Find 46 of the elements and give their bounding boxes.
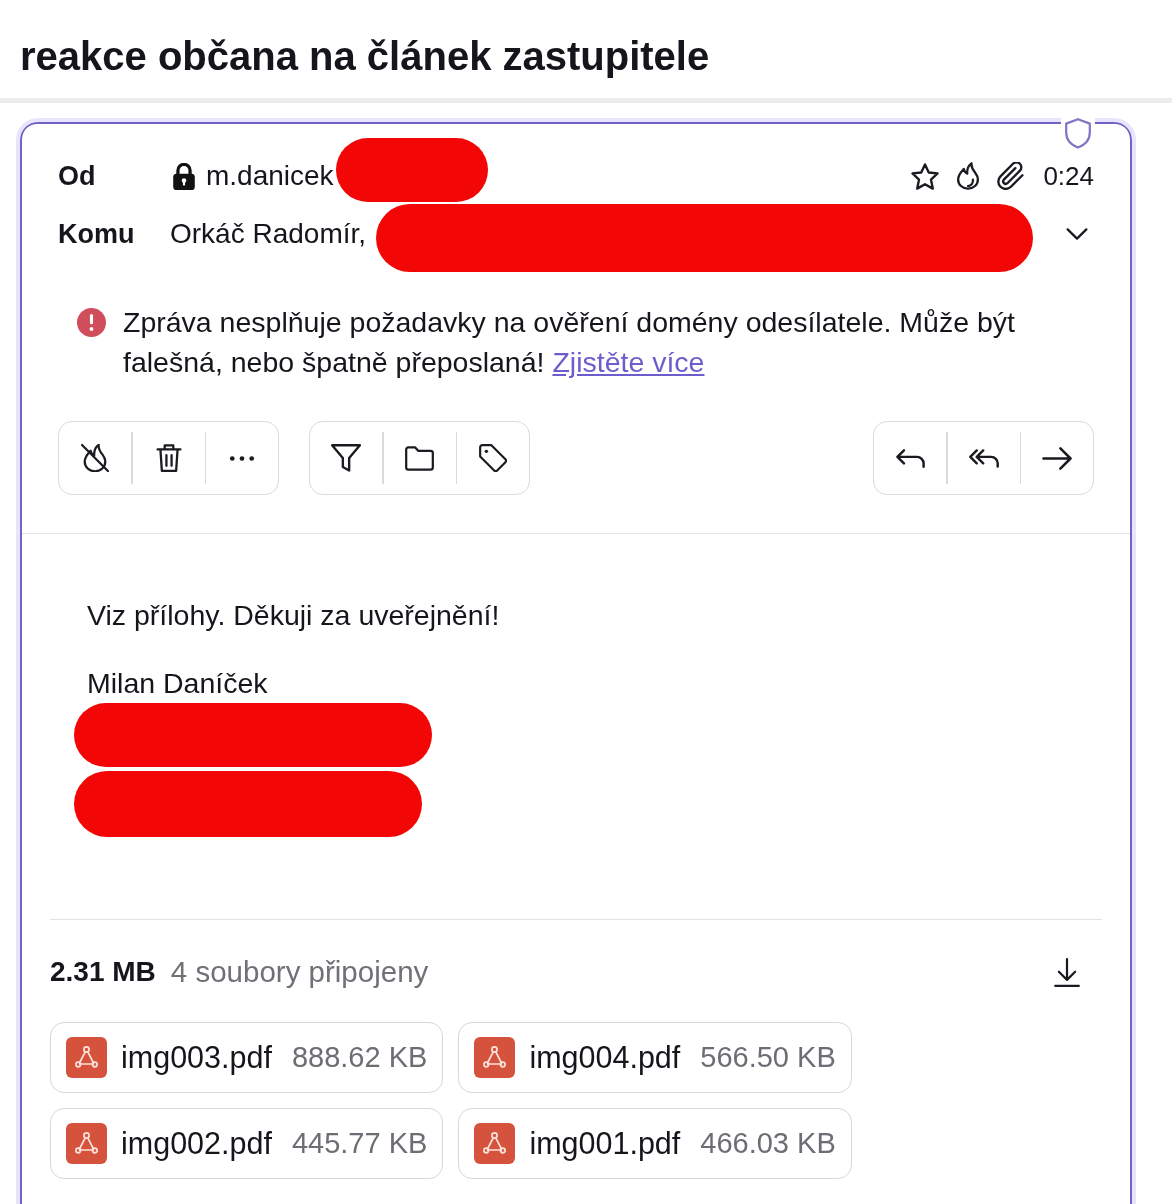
- file-name: img002.pdf: [121, 1126, 272, 1161]
- tag-icon: [479, 444, 507, 472]
- paperclip-icon: [997, 162, 1026, 190]
- attachment-chip[interactable]: img001.pdf 466.03 KB: [458, 1108, 852, 1179]
- reply-arrow-icon: [895, 448, 925, 468]
- recipient-names: Orkáč Radomír,: [170, 218, 367, 250]
- to-label: Komu: [58, 218, 136, 250]
- file-size: 566.50 KB: [700, 1041, 836, 1074]
- file-size: 888.62 KB: [291, 1041, 428, 1074]
- folder-icon: [405, 445, 434, 471]
- filter-icon: [331, 444, 361, 472]
- star-icon[interactable]: [911, 162, 940, 190]
- message-text: Viz přílohy. Děkuji za uveřejnění!: [87, 598, 500, 633]
- sender-address: m.danicek: [206, 160, 334, 192]
- download-all-button[interactable]: [1054, 957, 1080, 987]
- file-size: 466.03 KB: [700, 1127, 836, 1160]
- file-name: img001.pdf: [529, 1126, 681, 1161]
- file-name: img003.pdf: [121, 1040, 272, 1075]
- attachment-chip[interactable]: img003.pdf 888.62 KB: [50, 1022, 444, 1093]
- double-reply-arrow-icon: [968, 448, 999, 468]
- warning-message: Zpráva nesplňuje požadavky na ověření domény odesílatele. Může být falešná, nebo špatně přeposlaná! Zjistěte více: [123, 305, 1016, 380]
- file-name: img004.pdf: [529, 1040, 681, 1075]
- right-arrow-icon: [1042, 446, 1072, 470]
- attachment-chip[interactable]: img004.pdf 566.50 KB: [458, 1022, 852, 1093]
- chevron-down-icon: [1066, 228, 1088, 240]
- flame-icon: [957, 162, 980, 190]
- learn-more-link[interactable]: Zjistěte více: [552, 346, 705, 378]
- total-size: 2.31 MB: [50, 956, 156, 988]
- pdf-file-icon: [474, 1037, 516, 1078]
- lock-icon: [173, 162, 195, 190]
- download-icon: [1054, 957, 1080, 987]
- pdf-file-icon: [474, 1123, 516, 1164]
- from-label: Od: [58, 160, 97, 192]
- attachment-chip[interactable]: img002.pdf 445.77 KB: [50, 1108, 444, 1179]
- pdf-file-icon: [66, 1037, 107, 1078]
- attachment-count: 4 soubory připojeny: [170, 955, 429, 989]
- warning-icon: [77, 308, 106, 337]
- file-size: 445.77 KB: [291, 1127, 428, 1160]
- message-text: Milan Daníček: [87, 666, 268, 701]
- more-icon: [229, 455, 255, 461]
- received-time: 0:24: [1043, 160, 1094, 192]
- pdf-file-icon: [66, 1123, 107, 1164]
- page-title: reakce občana na článek zastupitele: [20, 33, 710, 80]
- flame-slash-icon: [81, 444, 109, 472]
- details-toggle[interactable]: [1066, 228, 1088, 240]
- trash-icon: [155, 444, 182, 472]
